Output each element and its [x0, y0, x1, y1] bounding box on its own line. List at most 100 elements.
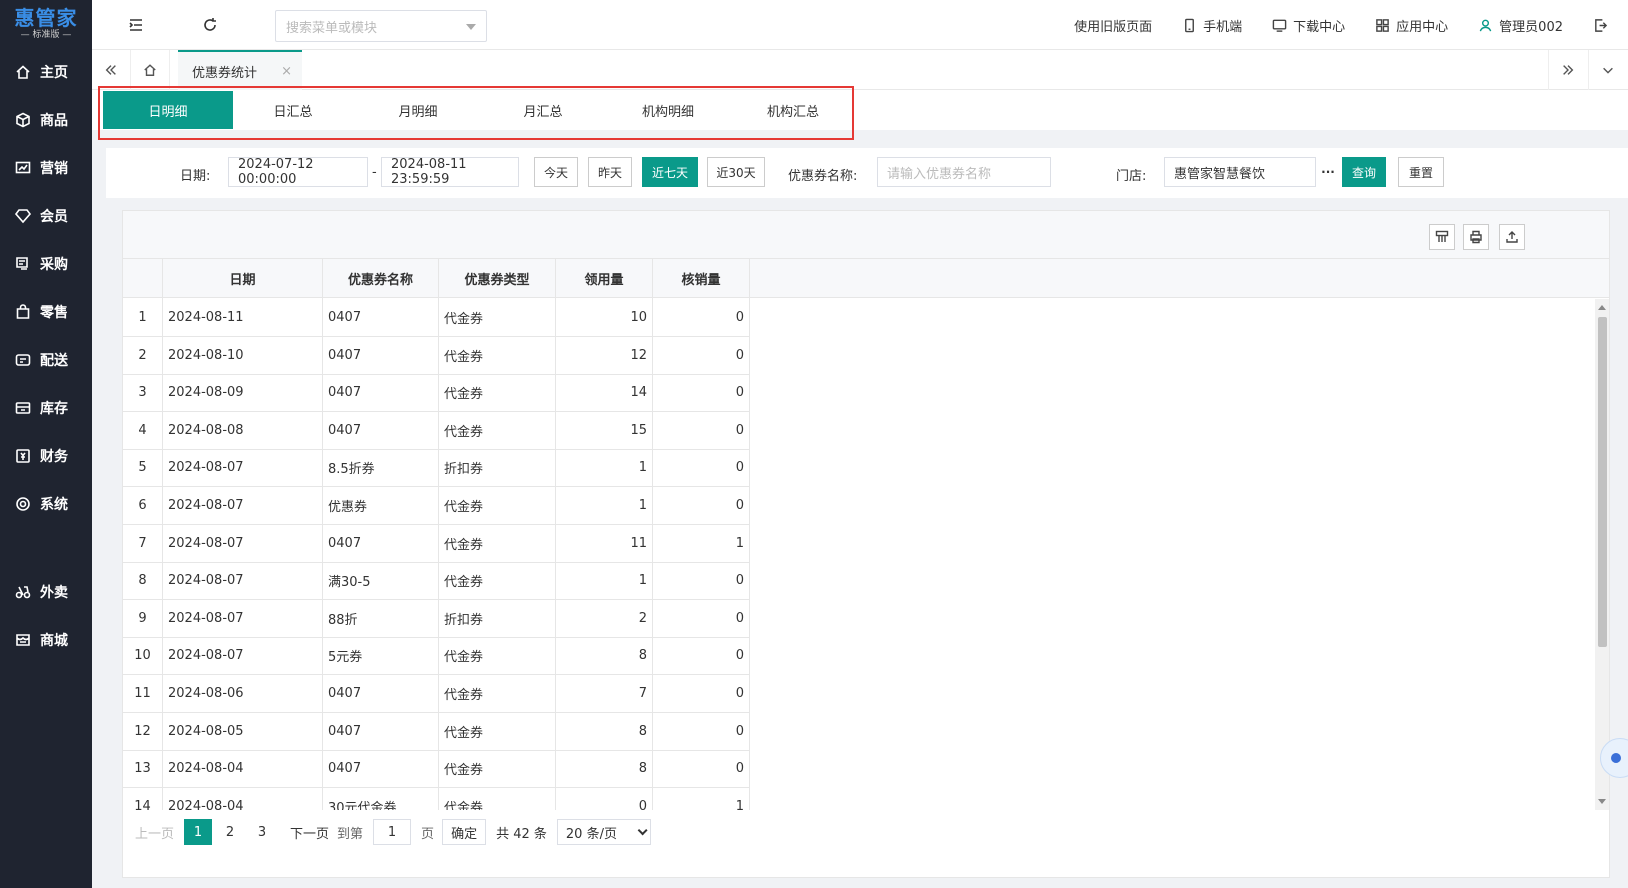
today-button[interactable]: 今天	[534, 157, 578, 187]
tab-report-1[interactable]: 日明细	[103, 91, 233, 129]
page-3-button[interactable]: 3	[248, 819, 276, 845]
cell-redeemed: 0	[653, 373, 750, 413]
cell-idx: 14	[123, 786, 163, 810]
scroll-up-arrow-icon[interactable]	[1598, 305, 1606, 310]
last-7-days-button[interactable]: 近七天	[642, 157, 698, 187]
cell-idx: 6	[123, 486, 163, 525]
end-date-input[interactable]: 2024-08-11 23:59:59	[381, 157, 519, 187]
page-2-button[interactable]: 2	[216, 819, 244, 845]
scrollbar-thumb[interactable]	[1598, 317, 1607, 647]
logout-button[interactable]	[1593, 18, 1614, 33]
column-header-received[interactable]: 领用量	[556, 259, 653, 298]
column-header-redeemed[interactable]: 核销量	[653, 259, 750, 298]
tab-report-3[interactable]: 月明细	[353, 91, 483, 129]
column-filter-button[interactable]	[1429, 224, 1455, 250]
print-button[interactable]	[1463, 224, 1489, 250]
download-center-link[interactable]: 下载中心	[1272, 16, 1345, 35]
tab-report-6[interactable]: 机构汇总	[728, 91, 858, 129]
sidebar-item-store[interactable]: 商城	[0, 616, 92, 664]
last-30-days-button[interactable]: 近30天	[707, 157, 765, 187]
sidebar-item-bag[interactable]: 零售	[0, 288, 92, 336]
tab-coupon-statistics[interactable]: 优惠券统计 ×	[178, 50, 302, 90]
table-row[interactable]: 12 2024-08-05 0407 代金券 8 0	[123, 711, 750, 751]
tab-menu-button[interactable]	[1588, 50, 1626, 90]
column-header-coupon-type[interactable]: 优惠券类型	[439, 259, 556, 298]
table-row[interactable]: 10 2024-08-07 5元券 代金券 8 0	[123, 636, 750, 676]
goto-confirm-button[interactable]: 确定	[442, 819, 487, 845]
sidebar-item-inventory[interactable]: 库存	[0, 384, 92, 432]
scroll-tabs-left-button[interactable]	[92, 50, 130, 90]
table-row[interactable]: 1 2024-08-11 0407 代金券 10 0	[123, 298, 750, 337]
cell-type: 代金券	[439, 749, 556, 789]
coupon-name-input[interactable]: 请输入优惠券名称	[877, 157, 1051, 187]
cell-name: 0407	[323, 298, 439, 337]
sidebar-item-diamond[interactable]: 会员	[0, 192, 92, 240]
store-input[interactable]: 惠管家智慧餐饮	[1164, 157, 1316, 187]
old-page-link[interactable]: 使用旧版页面	[1074, 16, 1152, 35]
store-picker-button[interactable]: ···	[1316, 157, 1340, 187]
table-row[interactable]: 11 2024-08-06 0407 代金券 7 0	[123, 674, 750, 713]
table-row[interactable]: 3 2024-08-09 0407 代金券 14 0	[123, 373, 750, 413]
tab-report-5[interactable]: 机构明细	[603, 91, 733, 129]
start-date-input[interactable]: 2024-07-12 00:00:00	[228, 157, 368, 187]
user-menu[interactable]: 管理员002	[1478, 16, 1563, 35]
table-row[interactable]: 2 2024-08-10 0407 代金券 12 0	[123, 335, 750, 375]
cell-redeemed: 0	[653, 749, 750, 789]
sidebar-item-label: 主页	[40, 65, 68, 81]
table-row[interactable]: 13 2024-08-04 0407 代金券 8 0	[123, 749, 750, 789]
cell-received: 8	[556, 711, 653, 751]
sidebar-item-label: 采购	[40, 257, 68, 273]
menu-toggle-icon[interactable]	[126, 15, 146, 35]
sidebar-item-truck[interactable]: 配送	[0, 336, 92, 384]
menu-search-select[interactable]: 搜索菜单或模块	[275, 10, 487, 42]
home-tab[interactable]	[130, 50, 170, 90]
monitor-icon	[1272, 19, 1287, 32]
next-page-button[interactable]: 下一页	[290, 823, 329, 842]
mobile-link[interactable]: 手机端	[1182, 16, 1242, 35]
sidebar: 惠管家 — 标准版 — 主页商品 营销 会员采购零售 配送 库存 财务 系统 外卖 商城	[0, 0, 92, 888]
column-header-date[interactable]: 日期	[163, 259, 323, 298]
scroll-down-arrow-icon[interactable]	[1598, 799, 1606, 804]
sidebar-item-finance[interactable]: 财务	[0, 432, 92, 480]
logout-icon	[1595, 18, 1608, 32]
table-row[interactable]: 8 2024-08-07 满30-5 代金券 1 0	[123, 561, 750, 601]
goto-page-input[interactable]: 1	[373, 819, 412, 845]
page-1-button[interactable]: 1	[184, 819, 213, 845]
table-scrollbar[interactable]	[1595, 299, 1609, 810]
refresh-icon[interactable]	[200, 15, 220, 35]
table-row[interactable]: 9 2024-08-07 88折 折扣券 2 0	[123, 598, 750, 638]
scroll-tabs-right-button[interactable]	[1548, 50, 1586, 90]
cell-type: 代金券	[439, 674, 556, 713]
logo[interactable]: 惠管家 — 标准版 —	[0, 0, 92, 48]
inventory-icon	[14, 399, 32, 417]
query-button[interactable]: 查询	[1342, 157, 1386, 187]
finance-icon	[14, 447, 32, 465]
cell-name: 0407	[323, 335, 439, 375]
close-icon[interactable]: ×	[281, 64, 292, 79]
cell-date: 2024-08-07	[163, 486, 323, 525]
sidebar-item-cart[interactable]: 采购	[0, 240, 92, 288]
column-header-coupon-name[interactable]: 优惠券名称	[323, 259, 439, 298]
table-row[interactable]: 6 2024-08-07 优惠券 代金券 1 0	[123, 486, 750, 525]
cell-type: 代金券	[439, 786, 556, 810]
sidebar-item-settings[interactable]: 系统	[0, 480, 92, 528]
cell-name: 0407	[323, 674, 439, 713]
tab-report-4[interactable]: 月汇总	[478, 91, 608, 129]
prev-page-button[interactable]: 上一页	[135, 823, 174, 842]
cell-redeemed: 0	[653, 674, 750, 713]
sidebar-item-delivery[interactable]: 外卖	[0, 568, 92, 616]
page-size-select[interactable]: 20 条/页	[556, 819, 651, 845]
table-row[interactable]: 4 2024-08-08 0407 代金券 15 0	[123, 410, 750, 450]
sidebar-item-chart[interactable]: 营销	[0, 144, 92, 192]
table-row[interactable]: 7 2024-08-07 0407 代金券 11 1	[123, 523, 750, 563]
sidebar-item-home[interactable]: 主页	[0, 48, 92, 96]
mobile-label: 手机端	[1203, 19, 1243, 35]
sidebar-item-box[interactable]: 商品	[0, 96, 92, 144]
app-center-link[interactable]: 应用中心	[1375, 16, 1448, 35]
tab-report-2[interactable]: 日汇总	[228, 91, 358, 129]
yesterday-button[interactable]: 昨天	[588, 157, 632, 187]
table-row[interactable]: 14 2024-08-04 30元代金券 代金券 0 1	[123, 786, 750, 810]
reset-button[interactable]: 重置	[1398, 157, 1444, 187]
export-button[interactable]	[1499, 224, 1525, 250]
table-row[interactable]: 5 2024-08-07 8.5折券 折扣券 1 0	[123, 448, 750, 488]
